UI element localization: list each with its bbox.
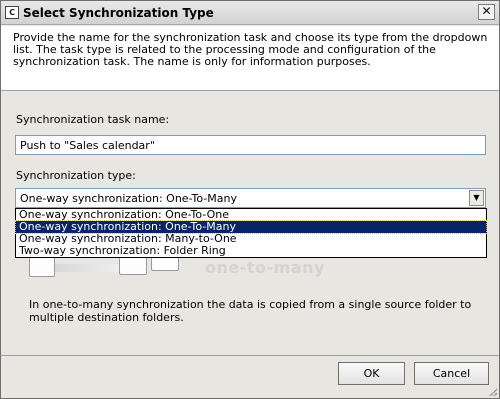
dialog-window: C Select Synchronization Type ✕ Provide … <box>0 0 500 399</box>
option-folder-ring[interactable]: Two-way synchronization: Folder Ring <box>16 245 486 257</box>
illustration-caption: one-to-many <box>205 258 325 277</box>
sync-type-selected-value: One-way synchronization: One-To-Many <box>20 192 237 205</box>
resize-grip[interactable] <box>487 386 497 396</box>
close-button[interactable]: ✕ <box>478 4 495 20</box>
sync-type-label: Synchronization type: <box>16 169 136 182</box>
header-panel: Provide the name for the synchronization… <box>1 26 499 91</box>
flow-arrow-icon <box>55 264 125 272</box>
sync-type-description: In one-to-many synchronization the data … <box>29 298 472 324</box>
task-name-label: Synchronization task name: <box>16 113 170 126</box>
sync-type-dropdown-list[interactable]: One-way synchronization: One-To-One One-… <box>15 208 487 258</box>
dropdown-arrow-button[interactable]: ▼ <box>469 190 484 206</box>
cancel-button[interactable]: Cancel <box>414 362 489 385</box>
window-title: Select Synchronization Type <box>23 6 214 20</box>
sync-type-select[interactable]: One-way synchronization: One-To-Many ▼ <box>15 188 486 208</box>
footer-divider <box>1 355 499 356</box>
ok-button[interactable]: OK <box>338 362 405 385</box>
title-bar[interactable]: C Select Synchronization Type ✕ <box>1 1 499 25</box>
app-icon: C <box>5 6 19 19</box>
header-description: Provide the name for the synchronization… <box>13 31 488 68</box>
task-name-input[interactable] <box>15 135 486 155</box>
